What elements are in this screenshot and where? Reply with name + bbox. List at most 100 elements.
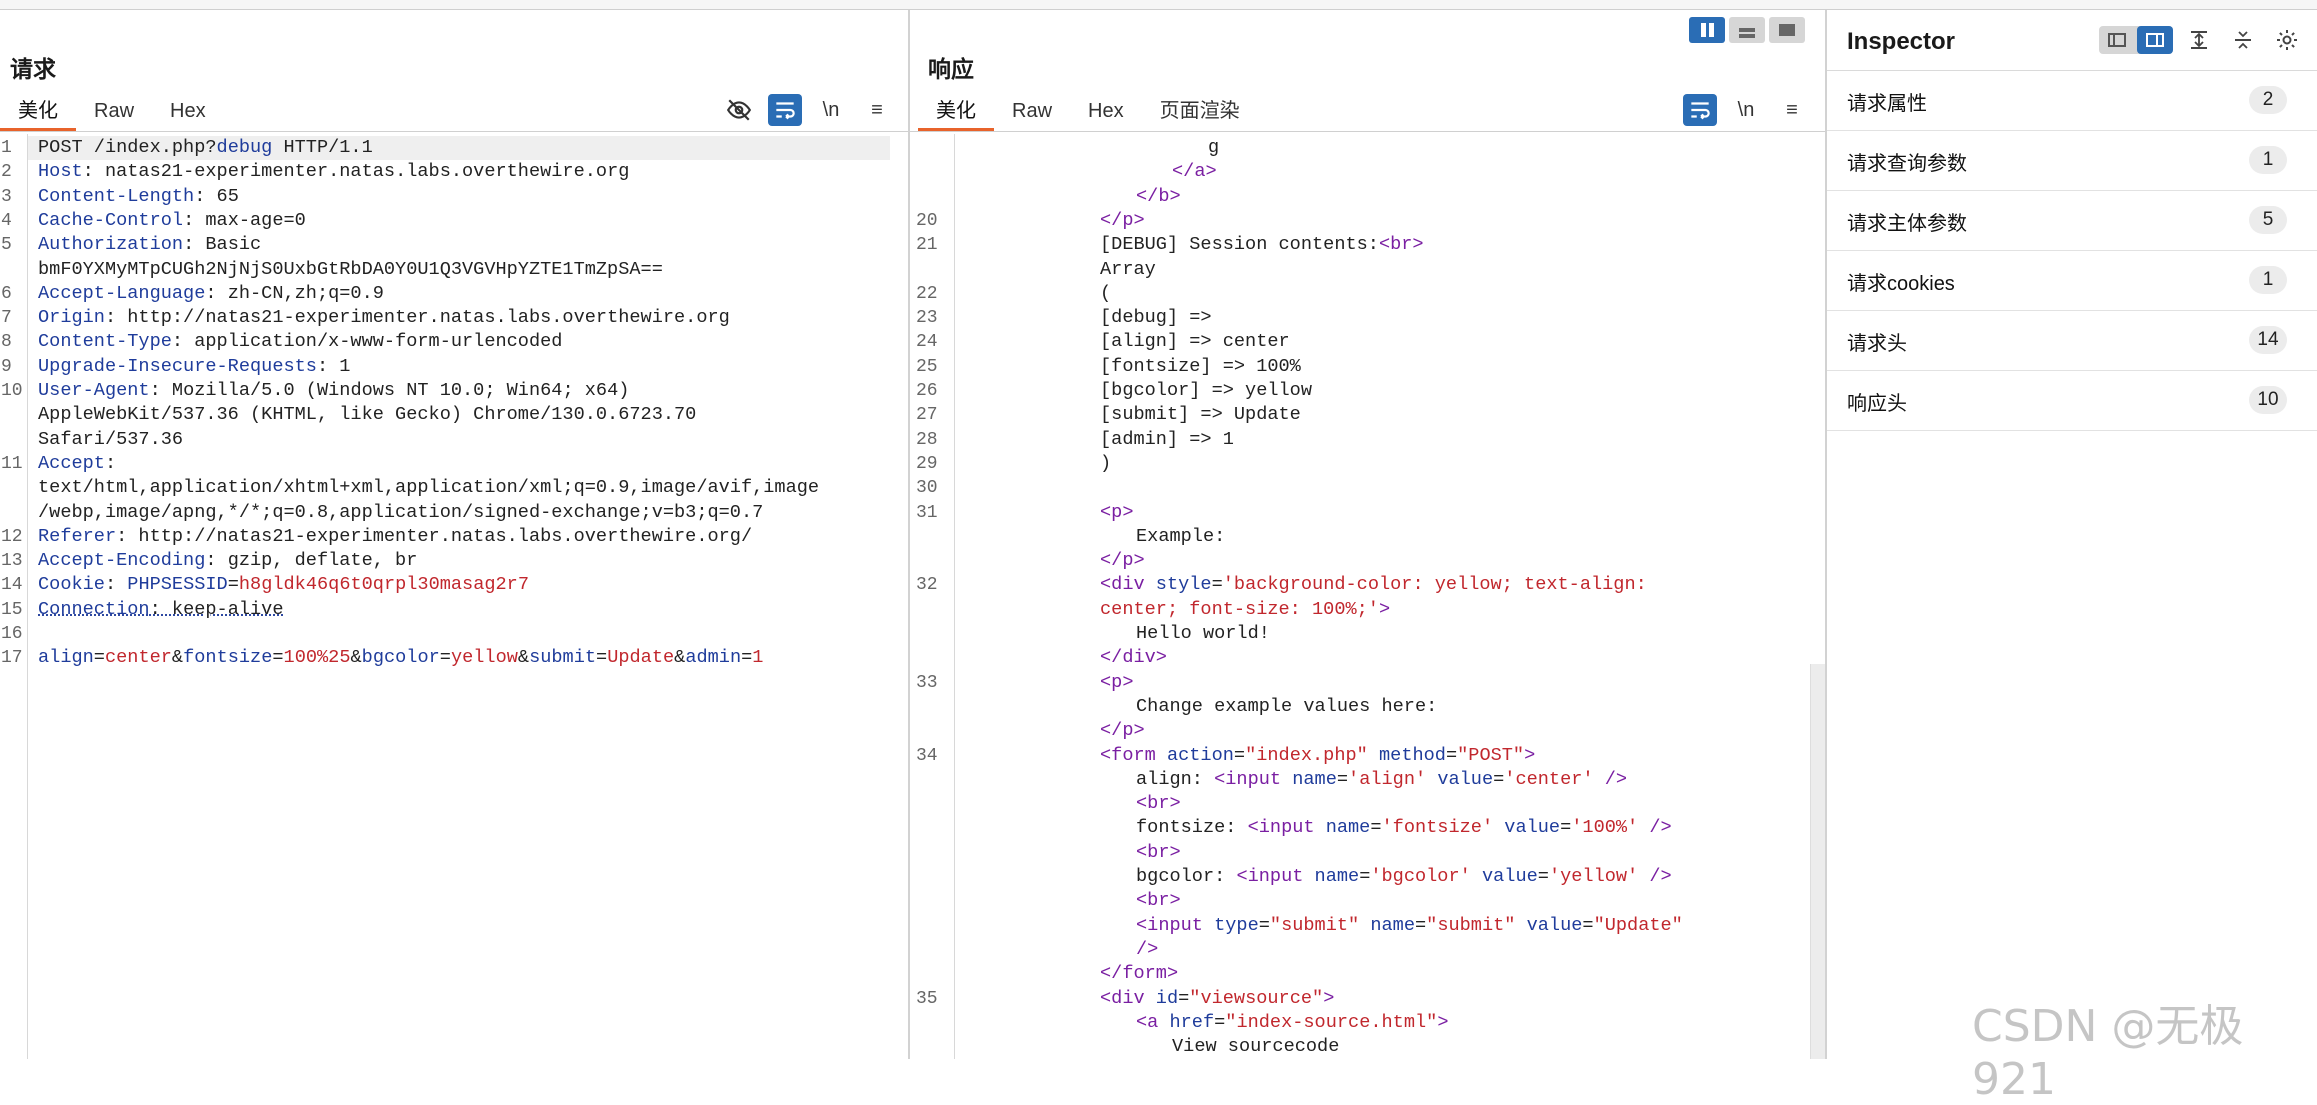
request-tab-hex[interactable]: Hex: [152, 90, 224, 130]
request-tab-raw[interactable]: Raw: [76, 90, 152, 130]
code-token: =: [1214, 1011, 1226, 1033]
single-pane-icon[interactable]: [1769, 17, 1805, 43]
code-line: bgcolor: <input name='bgcolor' value='ye…: [1136, 865, 1672, 889]
line-number: 34: [916, 745, 938, 766]
request-tabs: 美化 Raw Hex: [0, 90, 224, 132]
inspector-row-response-headers[interactable]: 响应头 10: [1827, 370, 2317, 431]
response-editor[interactable]: g </a> </b> 20 </p> 21 [DEBUG] Session content…: [910, 134, 1825, 1059]
code-token: Accept: [38, 452, 105, 474]
code-token: POST /index.php?: [38, 137, 217, 158]
code-token: Content-Length: [38, 185, 195, 207]
line-number: 27: [916, 405, 938, 426]
line-number: 35: [916, 988, 938, 1009]
code-token: : Mozilla/5.0 (Windows NT 10.0; Win64; x…: [149, 380, 630, 401]
code-line: </a>: [1172, 160, 1217, 184]
code-token: =: [227, 574, 239, 596]
response-tab-hex[interactable]: Hex: [1070, 90, 1142, 130]
request-editor[interactable]: 1 POST /index.php?debug HTTP/1.1 2 Host: na…: [0, 134, 908, 1059]
menu-icon[interactable]: ≡: [860, 94, 894, 126]
response-scrollbar[interactable]: [1810, 664, 1825, 1059]
eye-off-icon[interactable]: [722, 94, 756, 126]
line-number: 16: [1, 624, 23, 644]
code-line: Host: natas21-experimenter.natas.labs.ov…: [38, 160, 629, 184]
code-token: : Basic: [183, 234, 262, 256]
code-token: [admin] => 1: [1100, 428, 1234, 450]
code-token: =: [1445, 744, 1458, 766]
inspector-row-body-params[interactable]: 请求主体参数 5: [1827, 190, 2317, 251]
newline-icon[interactable]: \n: [814, 94, 848, 126]
panel-view-icon[interactable]: [2137, 26, 2173, 54]
code-token: =: [1178, 987, 1190, 1009]
code-token: type: [1214, 914, 1259, 936]
code-line: center; font-size: 100%;'>: [1100, 598, 1390, 622]
code-token: />: [1638, 866, 1672, 887]
code-token: </b>: [1136, 185, 1181, 207]
code-token: value: [1437, 768, 1494, 790]
code-token: <form: [1100, 744, 1167, 766]
code-token: </p>: [1100, 720, 1145, 742]
code-token: &: [674, 647, 686, 669]
code-token: "POST": [1457, 744, 1525, 766]
code-line: ): [1100, 452, 1111, 476]
line-number: 32: [916, 575, 938, 596]
menu-icon[interactable]: ≡: [1775, 94, 1809, 126]
line-number: 29: [916, 453, 938, 474]
code-line: align: <input name='align' value='center…: [1136, 768, 1627, 792]
inspector-row-cookies[interactable]: 请求cookies 1: [1827, 250, 2317, 311]
code-token: name: [1314, 866, 1360, 887]
inspector-row-query-params[interactable]: 请求查询参数 1: [1827, 130, 2317, 191]
list-view-icon[interactable]: [2099, 26, 2135, 54]
code-token: [submit] => Update: [1100, 404, 1301, 426]
code-token: [fontsize] => 100%: [1100, 355, 1301, 377]
expand-all-icon[interactable]: [2181, 25, 2217, 55]
code-token: "index-source.html": [1225, 1011, 1438, 1033]
code-token: text/html,application/xhtml+xml,applicat…: [38, 477, 820, 499]
code-token: : gzip, deflate, br: [205, 550, 418, 572]
code-token: : zh-CN,zh;q=0.9: [205, 282, 384, 304]
line-number: 14: [1, 575, 23, 596]
code-line: [bgcolor] => yellow: [1100, 379, 1312, 403]
code-token: <br>: [1136, 793, 1181, 815]
inspector-row-request-attributes[interactable]: 请求属性 2: [1827, 70, 2317, 131]
newline-icon[interactable]: \n: [1729, 94, 1763, 126]
code-line: <p>: [1100, 671, 1133, 695]
code-line: <form action="index.php" method="POST">: [1100, 744, 1535, 768]
code-token: <input: [1136, 914, 1215, 936]
code-token: (: [1100, 282, 1112, 304]
response-tab-render[interactable]: 页面渲染: [1142, 90, 1258, 130]
response-tab-pretty[interactable]: 美化: [918, 90, 994, 132]
line-number: 28: [916, 429, 938, 450]
inspector-row-request-headers[interactable]: 请求头 14: [1827, 310, 2317, 371]
response-tab-raw[interactable]: Raw: [994, 90, 1070, 130]
line-number: 26: [916, 381, 938, 401]
line-number: 21: [916, 235, 938, 256]
line-number: 15: [1, 599, 23, 620]
code-token: =: [1258, 914, 1270, 936]
code-token: </p>: [1100, 550, 1145, 572]
count-badge: 5: [2249, 206, 2287, 234]
code-token: =: [1582, 914, 1594, 936]
code-token: =: [1359, 866, 1371, 887]
line-number: 22: [916, 283, 938, 304]
code-token: =: [1233, 744, 1246, 766]
code-token: '100%': [1571, 817, 1639, 839]
split-vertical-icon[interactable]: [1729, 17, 1765, 43]
code-token: Hello world!: [1136, 623, 1270, 644]
code-token: yellow: [450, 647, 518, 669]
code-line: <input type="submit" name="submit" value…: [1136, 914, 1683, 938]
gear-icon[interactable]: [2269, 25, 2305, 55]
code-token: =: [93, 647, 105, 669]
code-token: /webp,image/apng,*/*;q=0.8,application/s…: [38, 501, 764, 523]
word-wrap-icon[interactable]: [1683, 94, 1717, 126]
collapse-all-icon[interactable]: [2225, 25, 2261, 55]
code-token: =: [1415, 914, 1427, 936]
request-tab-pretty[interactable]: 美化: [0, 90, 76, 132]
line-number: 30: [916, 478, 938, 499]
code-token: Accept-Encoding: [38, 550, 206, 572]
split-horizontal-icon[interactable]: [1689, 17, 1725, 43]
code-token: 'bgcolor': [1370, 866, 1471, 887]
word-wrap-icon[interactable]: [768, 94, 802, 126]
code-token: value: [1526, 914, 1583, 936]
count-badge: 10: [2249, 386, 2287, 414]
